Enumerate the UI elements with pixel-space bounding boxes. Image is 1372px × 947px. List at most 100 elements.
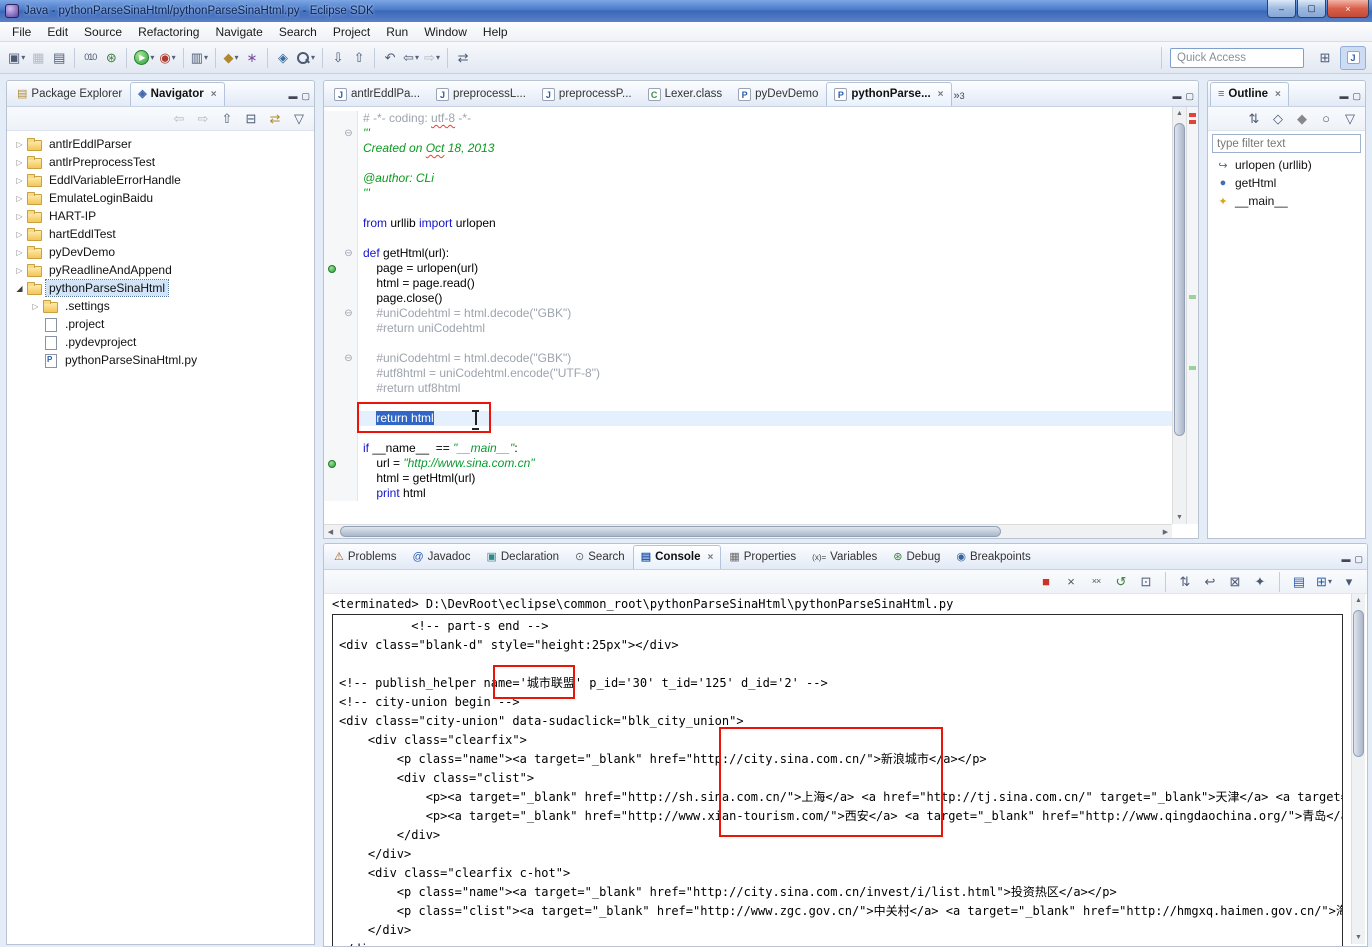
twistie-icon[interactable]: ▷: [13, 248, 26, 257]
tree-item-pythonparsesinahtml[interactable]: ◢ pythonParseSinaHtml: [7, 279, 314, 297]
close-tab-icon[interactable]: ×: [707, 552, 713, 563]
maximize-button[interactable]: ▢: [1297, 0, 1326, 18]
code-text[interactable]: [358, 426, 1172, 441]
scroll-left-icon[interactable]: ◀: [324, 525, 337, 538]
code-text[interactable]: from urllib import urlopen: [358, 216, 1172, 231]
console-line[interactable]: <p><a target="_blank" href="http://www.x…: [339, 807, 1342, 826]
code-text[interactable]: [358, 231, 1172, 246]
minimize-view-icon[interactable]: ▬: [1341, 554, 1350, 565]
outline-item-main[interactable]: ✦ __main__: [1208, 192, 1365, 210]
code-text[interactable]: #return uniCodehtml: [358, 321, 1172, 336]
scroll-up-icon[interactable]: ▲: [1352, 594, 1365, 607]
next-annotation-button[interactable]: ⇩: [328, 46, 348, 70]
code-text[interactable]: html = getHtml(url): [358, 471, 1172, 486]
editor-tab-preprocessp[interactable]: JpreprocessP...: [534, 82, 640, 106]
menu-refactoring[interactable]: Refactoring: [130, 23, 207, 41]
view-tab-javadoc[interactable]: @ Javadoc: [404, 545, 478, 569]
console-line[interactable]: </div>: [339, 921, 1342, 940]
code-text[interactable]: [358, 156, 1172, 171]
view-tab-declaration[interactable]: ▣ Declaration: [478, 545, 567, 569]
tree-item-project[interactable]: .project: [7, 315, 314, 333]
console-line[interactable]: <div class="clearfix c-hot">: [339, 864, 1342, 883]
terminate-button[interactable]: ■: [1036, 570, 1056, 594]
code-text[interactable]: html = page.read(): [358, 276, 1172, 291]
menu-source[interactable]: Source: [76, 23, 130, 41]
console-vertical-scrollbar[interactable]: ▲ ▼: [1351, 594, 1365, 944]
overview-mark[interactable]: [1189, 294, 1196, 299]
console-line[interactable]: <p class="clist"><a target="_blank" href…: [339, 902, 1342, 921]
outline-item-gethtml[interactable]: ● getHtml: [1208, 174, 1365, 192]
menu-help[interactable]: Help: [475, 23, 516, 41]
editor-tab-pydevdemo[interactable]: PpyDevDemo: [730, 82, 826, 106]
console-line[interactable]: <p><a target="_blank" href="http://sh.si…: [339, 788, 1342, 807]
tree-item-emulateloginbaidu[interactable]: ▷ EmulateLoginBaidu: [7, 189, 314, 207]
twistie-icon[interactable]: ▷: [13, 176, 26, 185]
java-perspective-button[interactable]: J: [1340, 45, 1366, 70]
twistie-icon[interactable]: ▷: [29, 302, 42, 311]
tree-item-antlreddlparser[interactable]: ▷ antlrEddlParser: [7, 135, 314, 153]
console-line[interactable]: <div class="clearfix">: [339, 731, 1342, 750]
fold-collapse-icon[interactable]: ⊖: [344, 248, 352, 259]
scrollbar-thumb[interactable]: [340, 526, 1002, 537]
tree-item-pyreadlineandappend[interactable]: ▷ pyReadlineAndAppend: [7, 261, 314, 279]
console-line[interactable]: <div class="city-union" data-sudaclick="…: [339, 712, 1342, 731]
scrollbar-thumb[interactable]: [1353, 610, 1364, 757]
close-tab-icon[interactable]: ×: [211, 89, 217, 100]
explorer-view-menu-button[interactable]: ▽: [289, 107, 309, 131]
word-wrap-button[interactable]: ↩: [1200, 570, 1220, 594]
run-button[interactable]: ▾: [132, 46, 156, 70]
code-text[interactable]: #uniCodehtml = html.decode("GBK"): [358, 351, 1172, 366]
code-text[interactable]: [358, 336, 1172, 351]
nav-up-button[interactable]: ⇧: [217, 107, 237, 131]
console-line[interactable]: <!-- city-union begin -->: [339, 693, 1342, 712]
code-text[interactable]: #utf8html = uniCodehtml.encode("UTF-8"): [358, 366, 1172, 381]
link-with-editor-button[interactable]: ⇄: [453, 46, 473, 70]
code-text[interactable]: [358, 201, 1172, 216]
fold-collapse-icon[interactable]: ⊖: [344, 308, 352, 319]
view-tab-properties[interactable]: ▦ Properties: [721, 545, 804, 569]
twistie-icon[interactable]: ▷: [13, 266, 26, 275]
scrollbar-thumb[interactable]: [1174, 123, 1185, 436]
antlr-tool-button[interactable]: ∗: [242, 46, 262, 70]
coverage-button[interactable]: ▥ ▾: [189, 46, 210, 70]
menu-window[interactable]: Window: [416, 23, 475, 41]
console-line[interactable]: </div>: [339, 845, 1342, 864]
overview-mark[interactable]: [1189, 113, 1196, 117]
binary-view-button[interactable]: 010: [80, 46, 100, 70]
twistie-icon[interactable]: ◢: [13, 284, 26, 293]
maximize-view-icon[interactable]: ▢: [1352, 91, 1361, 102]
outline-sort-button[interactable]: ⇅: [1244, 107, 1264, 131]
editor-tab-pythonparse[interactable]: PpythonParse... ×: [826, 82, 952, 106]
close-button[interactable]: ×: [1327, 0, 1369, 18]
remove-launch-button[interactable]: ×: [1061, 570, 1081, 594]
code-text[interactable]: ''': [358, 126, 1172, 141]
close-tab-icon[interactable]: ×: [1275, 89, 1281, 100]
twistie-icon[interactable]: ▷: [13, 194, 26, 203]
outline-filter-input[interactable]: [1212, 134, 1361, 153]
overview-ruler[interactable]: [1186, 107, 1198, 524]
collapse-all-button[interactable]: ⊟: [241, 107, 261, 131]
close-tab-icon[interactable]: ×: [938, 89, 944, 100]
minimize-button[interactable]: ‒: [1267, 0, 1296, 18]
minimize-view-icon[interactable]: ▬: [1172, 91, 1181, 102]
menu-search[interactable]: Search: [271, 23, 325, 41]
code-text[interactable]: url = "http://www.sina.com.cn": [358, 456, 1172, 471]
code-text[interactable]: ''': [358, 186, 1172, 201]
save-button[interactable]: ▦: [28, 46, 48, 70]
overview-mark[interactable]: [1189, 120, 1196, 124]
view-tab-outline[interactable]: ≡ Outline ×: [1210, 82, 1289, 106]
outline-view-menu-button[interactable]: ▽: [1340, 107, 1360, 131]
code-area[interactable]: # -*- coding: utf-8 -*- ⊖ ''' Created on Oc…: [324, 107, 1172, 524]
back-button[interactable]: ⇦ ▾: [401, 46, 421, 70]
code-text[interactable]: page = urlopen(url): [358, 261, 1172, 276]
tree-item-eddlvariableerrorhandle[interactable]: ▷ EddlVariableErrorHandle: [7, 171, 314, 189]
print-button[interactable]: ▤: [49, 46, 69, 70]
code-text[interactable]: page.close(): [358, 291, 1172, 306]
code-text[interactable]: if __name__ == "__main__":: [358, 441, 1172, 456]
view-tab-console[interactable]: ▤ Console ×: [632, 545, 722, 569]
view-tab-navigator[interactable]: ◈ Navigator ×: [130, 82, 225, 106]
scroll-down-icon[interactable]: ▼: [1173, 511, 1186, 524]
console-line[interactable]: <div class="blank-d" style="height:25px"…: [339, 636, 1342, 655]
minimize-view-icon[interactable]: ▬: [288, 91, 297, 102]
outline-item-urlopen-urllib[interactable]: ↪ urlopen (urllib): [1208, 156, 1365, 174]
